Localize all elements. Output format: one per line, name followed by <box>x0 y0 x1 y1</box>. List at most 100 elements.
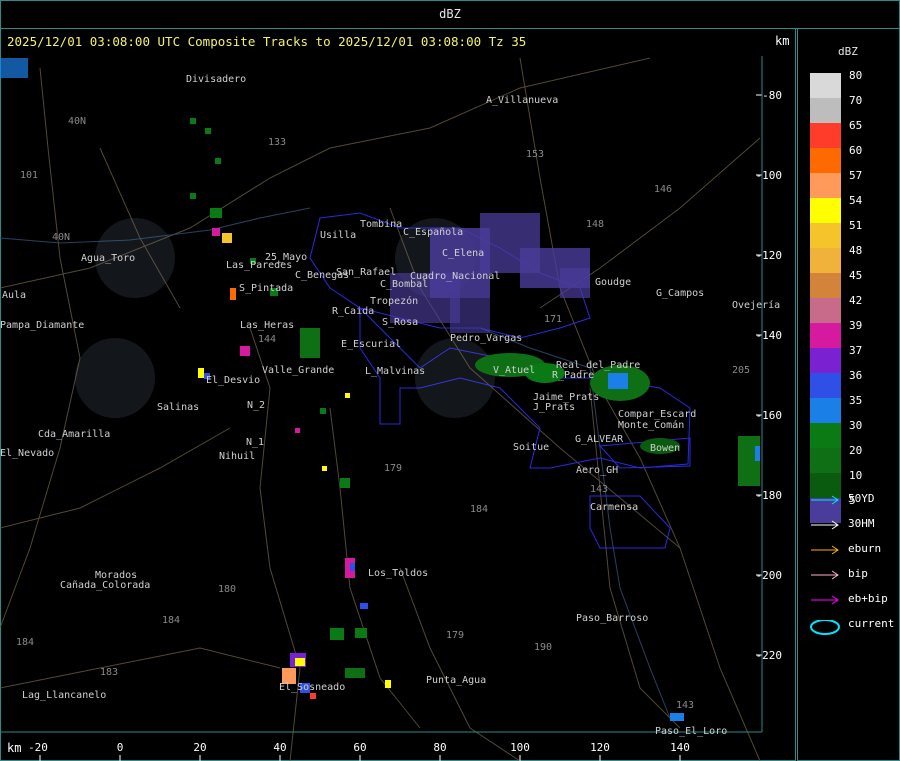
legend-swatch <box>810 273 841 298</box>
place-label: Valle_Grande <box>262 365 334 376</box>
y-tick-label: -200 <box>756 569 783 582</box>
place-label: Cañada_Colorada <box>60 580 150 591</box>
place-label: Aula <box>2 290 26 301</box>
y-tick-label: -160 <box>756 409 783 422</box>
place-label: El_Desvio <box>206 375 260 386</box>
current-ellipse-icon <box>810 620 840 635</box>
track-legend-item: eburn <box>808 542 888 556</box>
x-tick-label: 120 <box>590 741 610 754</box>
track-arrow-icon <box>811 495 839 505</box>
place-label: S_Rosa <box>382 317 418 328</box>
place-label: Aero_GH <box>576 465 618 476</box>
place-label: G_Campos <box>656 288 704 299</box>
route-label: 171 <box>544 314 562 325</box>
legend-swatch-label: 60 <box>849 144 863 157</box>
place-label: E_Escurial <box>341 339 401 350</box>
place-label: N_2 <box>247 400 265 411</box>
x-tick-label: 40 <box>273 741 286 754</box>
track-legend-label: eburn <box>848 542 882 555</box>
dbz-legend-panel: dBZ 80 70 65 60 57 54 51 48 45 42 39 37 36 35 30 20 10 5 … <box>797 28 900 761</box>
place-label: N_1 <box>246 437 264 448</box>
track-legend-label: 30HM <box>848 517 875 530</box>
route-label: 184 <box>162 615 180 626</box>
place-label: R_Caida <box>332 306 374 317</box>
legend-swatch-label: 45 <box>849 269 863 282</box>
legend-swatch <box>810 448 841 473</box>
legend-swatch-label: 51 <box>849 219 863 232</box>
place-label: Nihuil <box>219 451 255 462</box>
track-arrow-icon <box>811 520 839 530</box>
place-label: J_Prats <box>533 402 575 413</box>
place-label: Jaime_Prats <box>533 392 599 403</box>
place-label: Tropezón <box>370 295 418 307</box>
track-legend-label: bip <box>848 567 868 580</box>
legend-swatch <box>810 323 841 348</box>
km-unit-bottom: km <box>7 741 22 755</box>
place-label: C_Española <box>403 227 463 238</box>
place-label: Soitue <box>513 442 549 453</box>
route-label: 143 <box>676 700 694 711</box>
route-label: 40N <box>68 116 86 127</box>
track-arrow-icon <box>811 570 839 580</box>
place-label: Divisadero <box>186 74 246 85</box>
x-axis-ticks <box>39 755 681 761</box>
legend-swatch <box>810 373 841 398</box>
place-label: Lag_Llancanelo <box>22 690 106 701</box>
x-tick-label: 60 <box>353 741 366 754</box>
x-tick-label: 140 <box>670 741 690 754</box>
legend-swatch-label: 54 <box>849 194 863 207</box>
place-label: Tombina <box>360 219 402 230</box>
legend-swatch-label: 30 <box>849 419 863 432</box>
place-label: Paso_El_Loro <box>655 726 727 737</box>
place-label: G_ALVEAR <box>575 434 624 445</box>
legend-swatch <box>810 423 841 448</box>
legend-swatch <box>810 248 841 273</box>
place-label: Punta_Agua <box>426 675 486 686</box>
route-label: 205 <box>732 365 750 376</box>
track-legend-item: 30HM <box>808 517 888 531</box>
legend-swatch-label: 10 <box>849 469 863 482</box>
legend-swatch-label: 48 <box>849 244 863 257</box>
route-label: 148 <box>586 219 604 230</box>
place-label: El_Sosneado <box>279 682 345 693</box>
place-label: Bowen <box>650 443 680 454</box>
x-tick-label: 0 <box>117 741 124 754</box>
track-legend-label: current <box>848 617 895 630</box>
legend-swatch-label: 42 <box>849 294 863 307</box>
track-legend-item: bip <box>808 567 888 581</box>
x-tick-label: 80 <box>433 741 446 754</box>
place-label: Compar_Escard <box>618 409 696 420</box>
route-label: 101 <box>20 170 38 181</box>
legend-swatch-label: 70 <box>849 94 863 107</box>
place-label: C_Elena <box>442 248 484 259</box>
place-label: Pampa_Diamante <box>0 320 84 331</box>
legend-swatch-label: 20 <box>849 444 863 457</box>
legend-swatch-label: 39 <box>849 319 863 332</box>
track-arrow-icon <box>811 545 839 555</box>
track-arrow-icon <box>811 595 839 605</box>
legend-swatch <box>810 298 841 323</box>
place-label: Cda_Amarilla <box>38 429 110 440</box>
legend-swatch <box>810 198 841 223</box>
place-label: Real_del_Padre <box>556 360 640 371</box>
legend-swatch-label: 65 <box>849 119 863 132</box>
place-label: Pedro_Vargas <box>450 333 522 344</box>
place-label: Goudge <box>595 277 631 288</box>
legend-swatch <box>810 223 841 248</box>
place-label: V_Atuel <box>493 365 535 376</box>
legend-swatch-label: 37 <box>849 344 863 357</box>
place-label: Las_Paredes <box>226 260 292 271</box>
legend-swatch-label: 36 <box>849 369 863 382</box>
route-label: 190 <box>534 642 552 653</box>
legend-swatch-label: 35 <box>849 394 863 407</box>
radar-map[interactable]: -20 0 20 40 60 80 100 120 140 -80 -100 -… <box>0 28 796 761</box>
route-label: 146 <box>654 184 672 195</box>
track-legend-item: 50YD <box>808 492 888 506</box>
legend-swatch-label: 57 <box>849 169 863 182</box>
window-titlebar: dBZ <box>0 0 900 29</box>
track-legend-label: eb+bip <box>848 592 888 605</box>
route-label: 183 <box>100 667 118 678</box>
km-unit-top: km <box>775 34 790 48</box>
place-label: Salinas <box>157 402 199 413</box>
place-label: R_Padre <box>552 370 594 381</box>
